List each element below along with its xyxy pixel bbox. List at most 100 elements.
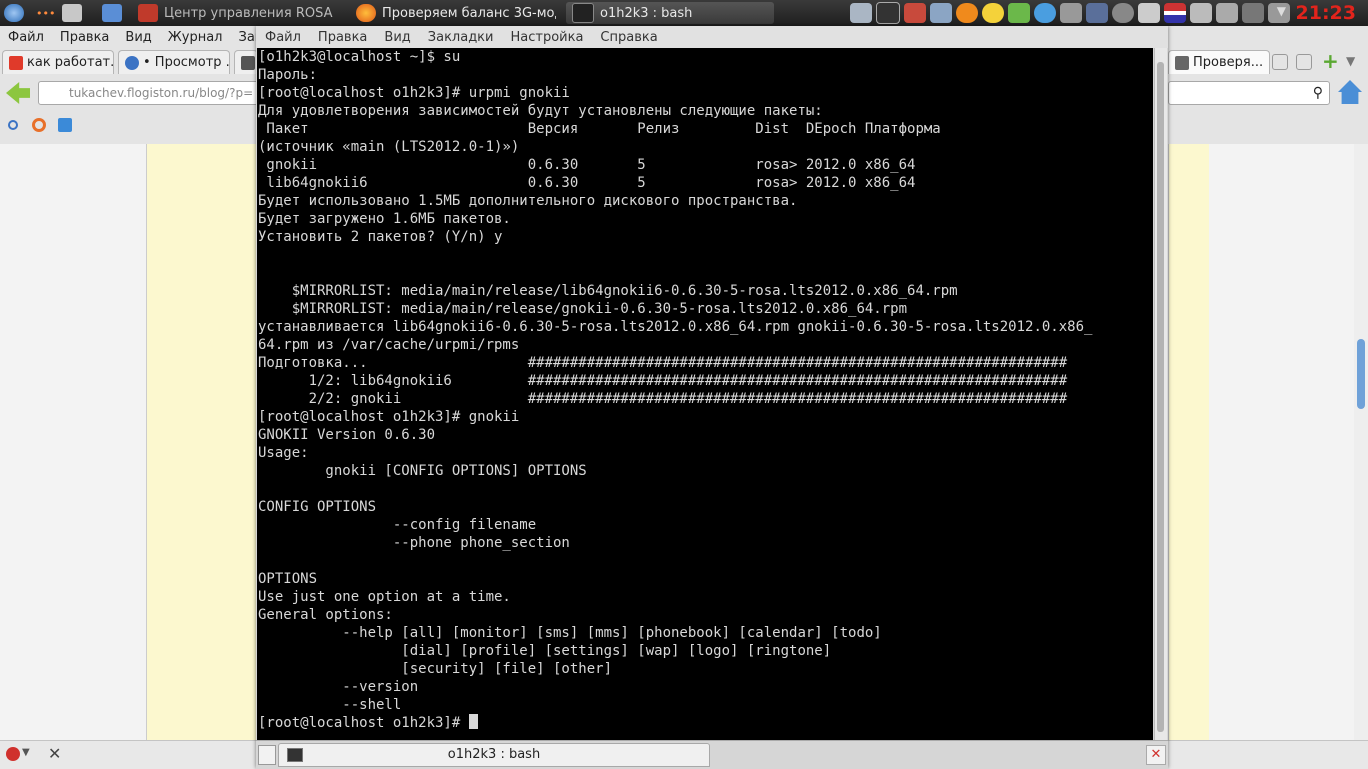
- mail-icon[interactable]: [956, 3, 978, 23]
- tray-expand-icon[interactable]: ▼: [1277, 4, 1286, 18]
- terminal-line: --help [all] [monitor] [sms] [mms] [phon…: [258, 625, 882, 641]
- keyboard-layout-icon[interactable]: [1164, 3, 1186, 23]
- tray-settings-icon[interactable]: [930, 3, 952, 23]
- adblock-menu-icon[interactable]: ▼: [22, 747, 30, 758]
- search-field[interactable]: ⚲: [1168, 81, 1330, 105]
- url-field[interactable]: tukachev.flogiston.ru/blog/?p=: [38, 81, 260, 105]
- terminal-window: Файл Правка Вид Закладки Настройка Справ…: [256, 26, 1168, 769]
- tab-list-icon[interactable]: ▼: [1346, 54, 1355, 68]
- terminal-line: Подготовка... ##########################…: [258, 355, 1068, 371]
- browser-menu-edit[interactable]: Правка: [60, 30, 109, 45]
- firefox-icon: [356, 4, 376, 22]
- terminal-scrollbar[interactable]: [1154, 48, 1167, 740]
- tab-icon: [1175, 56, 1189, 70]
- clock[interactable]: 21:23: [1296, 0, 1356, 26]
- bookmark-icon[interactable]: [8, 120, 18, 130]
- browser-tab-active[interactable]: Проверя...: [1168, 50, 1270, 74]
- home-icon[interactable]: [1338, 80, 1362, 104]
- page-column-right: [1168, 144, 1209, 740]
- terminal-menu-bookmarks[interactable]: Закладки: [419, 30, 502, 45]
- terminal-menu-file[interactable]: Файл: [256, 30, 309, 45]
- terminal-menubar: Файл Правка Вид Закладки Настройка Справ…: [256, 26, 1168, 48]
- restore-icon[interactable]: [1296, 54, 1312, 70]
- volume-icon[interactable]: [1190, 3, 1212, 23]
- terminal-line: --phone phone_section: [258, 535, 570, 551]
- system-tray: [850, 2, 1290, 24]
- update-icon[interactable]: [1112, 3, 1134, 23]
- browser-scrollbar[interactable]: [1354, 144, 1368, 740]
- file-manager-icon[interactable]: [102, 2, 124, 24]
- tray-app-icon[interactable]: [850, 3, 872, 23]
- minimize-icon[interactable]: [1272, 54, 1288, 70]
- terminal-menu-view[interactable]: Вид: [375, 30, 418, 45]
- terminal-line: Usage:: [258, 445, 309, 461]
- apps-icon[interactable]: •••: [36, 2, 58, 24]
- terminal-line: Пароль:: [258, 67, 318, 83]
- download-icon[interactable]: [1008, 3, 1030, 23]
- terminal-line: 2/2: gnokii ############################…: [258, 391, 1068, 407]
- taskbar-window-control-center[interactable]: Центр управления ROSA М: [138, 2, 334, 24]
- browser-scroll-thumb[interactable]: [1357, 339, 1365, 409]
- bookmark-icon[interactable]: [32, 118, 46, 132]
- tools-icon[interactable]: [1060, 3, 1082, 23]
- terminal-line: $MIRRORLIST: media/main/release/gnokii-0…: [258, 301, 908, 317]
- network-icon[interactable]: [1216, 3, 1238, 23]
- terminal-icon: [287, 748, 303, 762]
- control-center-icon: [138, 4, 158, 22]
- terminal-line: [security] [file] [other]: [258, 661, 613, 677]
- terminal-line: gnokii [CONFIG OPTIONS] OPTIONS: [258, 463, 587, 479]
- terminal-line: Use just one option at a time.: [258, 589, 511, 605]
- terminal-line: Установить 2 пакетов? (Y/n) y: [258, 229, 503, 245]
- new-tab-icon[interactable]: [258, 745, 276, 765]
- new-tab-icon[interactable]: +: [1322, 51, 1339, 71]
- terminal-line: (источник «main (LTS2012.0-1)»): [258, 139, 520, 155]
- globe-icon[interactable]: [1034, 3, 1056, 23]
- terminal-menu-help[interactable]: Справка: [591, 30, 665, 45]
- browser-menubar: Файл Правка Вид Журнал Закла: [0, 26, 279, 48]
- terminal-line: Пакет Версия Релиз Dist DEpoch Платформа: [258, 121, 941, 137]
- browser-tab-2[interactable]: • Просмотр ...: [118, 50, 230, 74]
- terminal-line: --version: [258, 679, 419, 695]
- page-column-left: [146, 144, 257, 740]
- battery-icon[interactable]: [1242, 3, 1264, 23]
- terminal-line: lib64gnokii6 0.6.30 5 rosa> 2012.0 x86_6…: [258, 175, 916, 191]
- terminal-line: Для удовлетворения зависимостей будут ус…: [258, 103, 823, 119]
- mail-bookmark-icon[interactable]: [58, 118, 72, 132]
- terminal-line: --config filename: [258, 517, 537, 533]
- browser-tab-1[interactable]: как работат...: [2, 50, 114, 74]
- browser-tab-3[interactable]: [234, 50, 258, 74]
- browser-menu-file[interactable]: Файл: [8, 30, 44, 45]
- terminal-line: 1/2: lib64gnokii6 ######################…: [258, 373, 1068, 389]
- close-tab-icon[interactable]: ✕: [1146, 745, 1166, 765]
- terminal-menu-settings[interactable]: Настройка: [501, 30, 591, 45]
- terminal-screen[interactable]: [o1h2k3@localhost ~]$ su Пароль: [root@l…: [257, 48, 1153, 740]
- tray-media-icon[interactable]: [904, 3, 926, 23]
- terminal-tab[interactable]: o1h2k3 : bash: [278, 743, 710, 767]
- show-desktop-icon[interactable]: [62, 2, 90, 24]
- terminal-line: GNOKII Version 0.6.30: [258, 427, 436, 443]
- back-icon[interactable]: [6, 82, 30, 104]
- search-icon[interactable]: ⚲: [1313, 85, 1323, 101]
- browser-menu-view[interactable]: Вид: [125, 30, 151, 45]
- bookmarks-toolbar: [0, 112, 260, 140]
- terminal-scroll-thumb[interactable]: [1157, 62, 1164, 732]
- chat-icon[interactable]: [982, 3, 1004, 23]
- terminal-line: $MIRRORLIST: media/main/release/lib64gno…: [258, 283, 958, 299]
- start-menu-icon[interactable]: [4, 2, 24, 24]
- terminal-line: Будет загружено 1.6МБ пакетов.: [258, 211, 511, 227]
- scissors-icon[interactable]: [1138, 3, 1160, 23]
- taskbar-window-firefox[interactable]: Проверяем баланс 3G-моде: [356, 2, 556, 24]
- adblock-icon[interactable]: [6, 747, 20, 761]
- taskbar: ••• Центр управления ROSA М Проверяем ба…: [0, 0, 1368, 26]
- terminal-line: [o1h2k3@localhost ~]$ su: [258, 49, 461, 65]
- browser-menu-history[interactable]: Журнал: [168, 30, 223, 45]
- taskbar-window-terminal[interactable]: o1h2k3 : bash: [566, 2, 774, 24]
- terminal-line: 64.rpm из /var/cache/urpmi/rpms: [258, 337, 520, 353]
- terminal-menu-edit[interactable]: Правка: [309, 30, 375, 45]
- terminal-line: Будет использовано 1.5МБ дополнительного…: [258, 193, 798, 209]
- lock-icon[interactable]: [1086, 3, 1108, 23]
- close-icon[interactable]: ✕: [48, 744, 61, 763]
- terminal-line: gnokii 0.6.30 5 rosa> 2012.0 x86_64: [258, 157, 916, 173]
- tray-terminal-icon[interactable]: [876, 2, 900, 24]
- yandex-icon: [9, 56, 23, 70]
